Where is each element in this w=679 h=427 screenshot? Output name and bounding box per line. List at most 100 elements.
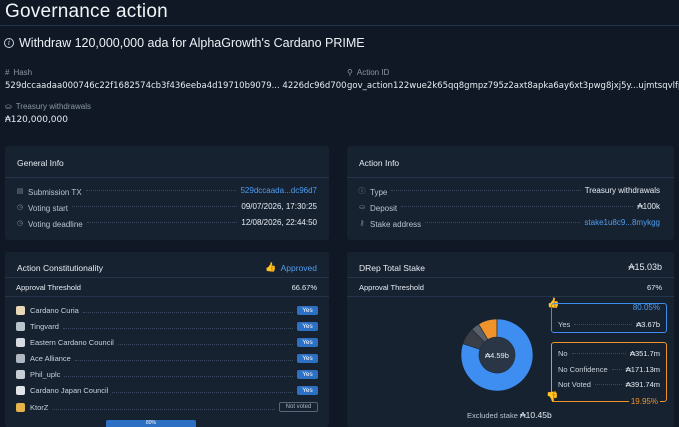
donut-center-label: ₳4.59b bbox=[485, 351, 509, 360]
action-subtitle: i Withdraw 120,000,000 ada for AlphaGrow… bbox=[4, 36, 365, 50]
drep-donut-chart: ₳4.59b bbox=[460, 318, 534, 392]
cc-member-name[interactable]: Cardano Curia bbox=[30, 306, 79, 315]
withdrawal-icon: ⛀ bbox=[5, 102, 12, 111]
title-divider bbox=[0, 25, 679, 26]
page-title: Governance action bbox=[5, 1, 168, 22]
id-icon: ⚲ bbox=[347, 68, 353, 77]
key-icon: ⚷ bbox=[359, 220, 365, 227]
action-id-label: ⚲ Action ID bbox=[347, 68, 389, 77]
avatar bbox=[16, 322, 25, 331]
stake-address-label: Stake address bbox=[370, 219, 422, 229]
no-confidence-row: No Confidence ₳171.13m bbox=[558, 365, 660, 374]
vote-badge: Yes bbox=[297, 386, 318, 395]
type-label: Type bbox=[370, 187, 388, 197]
voting-start-row: ◷ Voting start 09/07/2026, 17:30:25 bbox=[16, 202, 317, 213]
card-divider bbox=[5, 177, 329, 178]
action-info-card: Action Info ⓘ Type Treasury withdrawals ⛀… bbox=[347, 146, 674, 240]
avatar bbox=[16, 370, 25, 379]
thumbs-down-icon: 👎 bbox=[546, 392, 559, 403]
voting-start-label: Voting start bbox=[28, 203, 69, 213]
hash-label: # Hash bbox=[5, 68, 32, 77]
hash-value[interactable]: 529dccaadaa000746c22f1682574cb3f436eeba4… bbox=[5, 81, 347, 91]
submission-tx-row: ▤ Submission TX 529dccaada...dc96d7 bbox=[16, 186, 317, 197]
withdrawal-type-label: ⛀ Treasury withdrawals bbox=[5, 102, 91, 111]
no-confidence-label: No Confidence bbox=[558, 365, 608, 374]
avatar bbox=[16, 386, 25, 395]
excluded-stake-value: ₳10.45b bbox=[520, 410, 552, 420]
withdrawal-amount: ₳120,000,000 bbox=[5, 115, 68, 125]
action-id-value[interactable]: gov_action122wue2k65qq8gmpz795z2axt8apka… bbox=[347, 81, 679, 91]
no-confidence-value: ₳171.13m bbox=[625, 365, 660, 374]
submission-tx-link[interactable]: 529dccaada...dc96d7 bbox=[240, 186, 317, 195]
yes-label: Yes bbox=[558, 320, 571, 329]
not-voted-value: ₳391.74m bbox=[625, 380, 660, 389]
cc-member-name[interactable]: Ace Alliance bbox=[30, 354, 71, 363]
cc-member-row: Ace Alliance Yes bbox=[16, 354, 318, 363]
no-row: No ₳351.7m bbox=[558, 349, 660, 358]
cc-member-row: KtorZ Not voted bbox=[16, 402, 318, 412]
info-icon: i bbox=[4, 38, 14, 48]
yes-percent: 80.05% bbox=[632, 303, 660, 312]
voting-deadline-label: Voting deadline bbox=[28, 219, 83, 229]
action-id-label-text: Action ID bbox=[356, 68, 390, 77]
type-value: Treasury withdrawals bbox=[584, 186, 660, 195]
progress-bar: 80% bbox=[106, 420, 196, 427]
general-info-card: General Info ▤ Submission TX 529dccaada..… bbox=[5, 146, 329, 240]
stake-address-row: ⚷ Stake address stake1u8c9...8mykgg bbox=[358, 218, 660, 229]
avatar bbox=[16, 354, 25, 363]
card-divider bbox=[347, 296, 674, 297]
document-icon: ▤ bbox=[16, 188, 24, 195]
action-subtitle-text: Withdraw 120,000,000 ada for AlphaGrowth… bbox=[19, 36, 365, 50]
vote-badge: Not voted bbox=[279, 402, 318, 412]
not-voted-row: Not Voted ₳391.74m bbox=[558, 380, 660, 389]
cc-member-name[interactable]: KtorZ bbox=[30, 403, 48, 412]
stake-address-link[interactable]: stake1u8c9...8mykgg bbox=[584, 218, 660, 227]
action-info-title: Action Info bbox=[359, 158, 400, 168]
no-label: No bbox=[558, 349, 568, 358]
yes-box: 80.05% Yes ₳3.67b bbox=[551, 303, 667, 333]
vote-badge: Yes bbox=[297, 354, 318, 363]
card-divider bbox=[5, 296, 329, 297]
clock-icon: ◷ bbox=[16, 204, 24, 211]
cc-member-name[interactable]: Cardano Japan Council bbox=[30, 386, 108, 395]
type-row: ⓘ Type Treasury withdrawals bbox=[358, 186, 661, 197]
vote-badge: Yes bbox=[297, 322, 318, 331]
no-percent: 19.95% bbox=[628, 397, 660, 406]
submission-tx-label: Submission TX bbox=[28, 187, 82, 197]
cc-threshold-value: 66.67% bbox=[291, 283, 317, 292]
voting-deadline-row: ◷ Voting deadline 12/08/2026, 22:44:50 bbox=[16, 218, 317, 229]
clock-icon: ◷ bbox=[16, 220, 24, 227]
cc-member-name[interactable]: Eastern Cardano Council bbox=[30, 338, 114, 347]
cc-member-row: Cardano Japan Council Yes bbox=[16, 386, 318, 395]
cc-member-row: Phil_uplc Yes bbox=[16, 370, 318, 379]
deposit-label: Deposit bbox=[370, 203, 398, 213]
cc-member-name[interactable]: Tingvard bbox=[30, 322, 59, 331]
approved-status: 👍 Approved bbox=[265, 262, 317, 273]
card-divider bbox=[347, 177, 674, 178]
thumbs-up-icon: 👍 bbox=[265, 262, 277, 272]
hash-label-text: Hash bbox=[13, 68, 33, 77]
avatar bbox=[16, 306, 25, 315]
yes-row: Yes ₳3.67b bbox=[558, 320, 660, 329]
cc-threshold-label: Approval Threshold bbox=[16, 283, 81, 292]
no-box: No ₳351.7m No Confidence ₳171.13m Not Vote… bbox=[551, 342, 667, 406]
deposit-value: ₳100k bbox=[637, 202, 660, 211]
vote-badge: Yes bbox=[297, 306, 318, 315]
hash-icon: # bbox=[5, 68, 10, 77]
avatar bbox=[16, 338, 25, 347]
not-voted-label: Not Voted bbox=[558, 380, 591, 389]
cc-member-name[interactable]: Phil_uplc bbox=[30, 370, 60, 379]
cc-member-row: Eastern Cardano Council Yes bbox=[16, 338, 318, 347]
yes-value: ₳3.67b bbox=[636, 320, 660, 329]
card-divider bbox=[347, 277, 674, 278]
deposit-row: ⛀ Deposit ₳100k bbox=[358, 202, 660, 213]
card-divider bbox=[5, 277, 329, 278]
avatar bbox=[16, 402, 25, 412]
drep-threshold-value: 67% bbox=[646, 283, 662, 292]
drep-title: DRep Total Stake bbox=[359, 263, 425, 273]
drep-stake-card: DRep Total Stake ₳15.03b Approval Thresh… bbox=[347, 252, 674, 427]
general-info-title: General Info bbox=[17, 158, 64, 168]
no-value: ₳351.7m bbox=[629, 349, 660, 358]
withdrawal-type-label-text: Treasury withdrawals bbox=[15, 102, 91, 111]
info-icon: ⓘ bbox=[358, 188, 366, 195]
